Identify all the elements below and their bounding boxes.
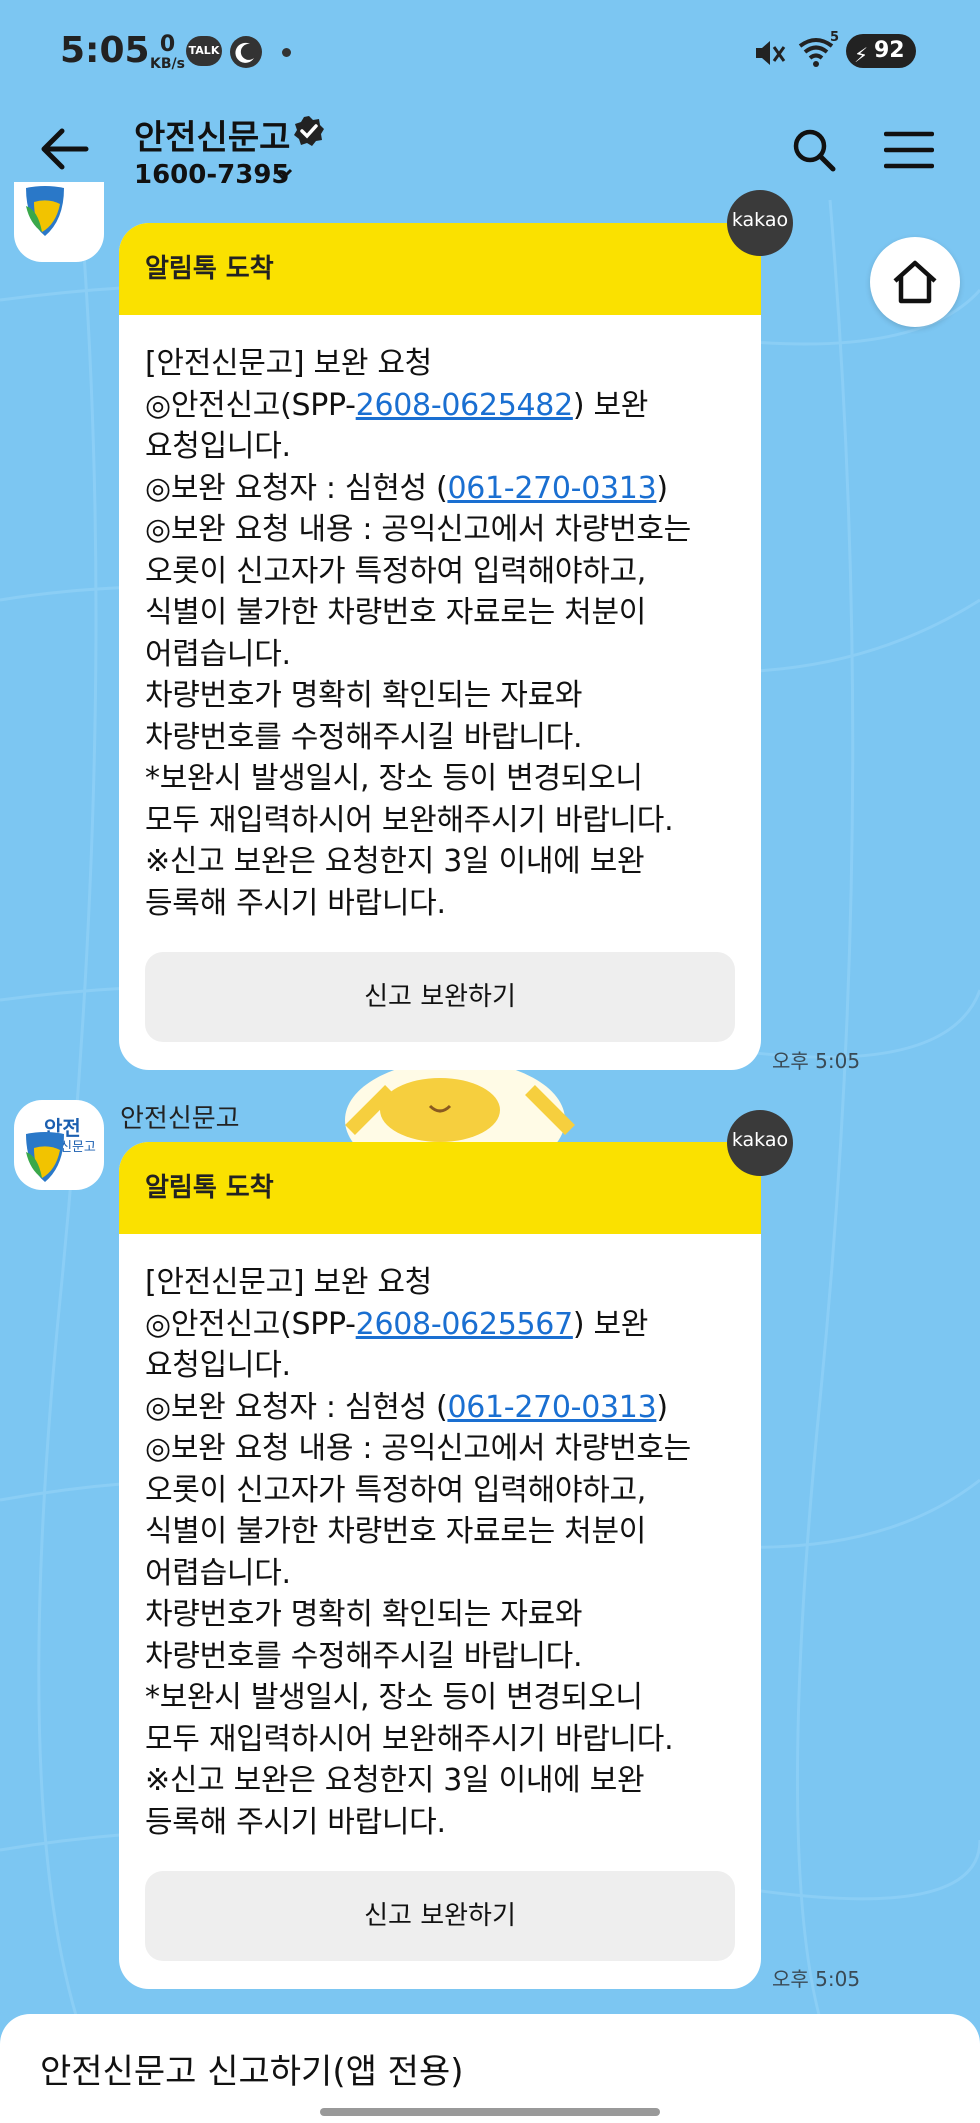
search-button[interactable] <box>790 126 838 174</box>
message-line: [안전신문고] 보완 요청 <box>145 346 432 381</box>
message-text: ) 보완 <box>572 387 649 423</box>
chat-header: 안전신문고 1600-7395 <box>0 100 980 210</box>
shield-logo-icon <box>20 184 70 244</box>
report-number-link[interactable]: 2608-0625482 <box>356 388 573 423</box>
back-button[interactable] <box>36 124 96 174</box>
phone-link[interactable]: 061-270-0313 <box>447 1390 656 1425</box>
message-text: ) <box>656 1389 668 1425</box>
message-line: ※신고 보완은 요청한지 3일 이내에 보완 <box>145 844 645 879</box>
message-card: 알림톡 도착 [안전신문고] 보완 요청 ◎안전신고(SPP-2608-0625… <box>119 1142 761 1989</box>
message-line: ◎보완 요청 내용 : 공익신고에서 차량번호는 <box>145 512 691 547</box>
report-supplement-button[interactable]: 신고 보완하기 <box>145 952 735 1042</box>
network-speed-value: 0 <box>159 32 176 57</box>
chevron-down-icon[interactable] <box>272 166 294 182</box>
mute-icon <box>752 36 788 74</box>
message-card: 알림톡 도착 [안전신문고] 보완 요청 ◎안전신고(SPP-2608-0625… <box>119 223 761 1070</box>
card-header: 알림톡 도착 <box>119 223 761 315</box>
report-app-button[interactable]: 안전신문고 신고하기(앱 전용) <box>40 2044 464 2093</box>
bottom-menu-bar[interactable]: 안전신문고 신고하기(앱 전용) <box>0 2014 980 2123</box>
message-line: ◎보완 요청자 : 심현성 (061-270-0313) <box>145 468 735 510</box>
message-line: 오롯이 신고자가 특정하여 입력해야하고, <box>145 1472 647 1508</box>
status-time: 5:05 <box>60 30 150 71</box>
gesture-home-indicator[interactable] <box>320 2108 660 2116</box>
hamburger-menu-icon <box>883 131 935 169</box>
channel-avatar[interactable] <box>14 182 104 262</box>
message-text: ) <box>656 470 668 506</box>
network-speed-unit: KB/s <box>150 56 185 72</box>
message-line: 요청입니다. <box>145 429 291 464</box>
message-text: ) 보완 <box>572 1306 649 1342</box>
wifi-badge: 5 <box>830 30 840 45</box>
message-line: ◎보완 요청 내용 : 공익신고에서 차량번호는 <box>145 1431 691 1466</box>
message-line: 차량번호가 명확히 확인되는 자료와 <box>145 678 583 713</box>
verified-badge-icon <box>292 114 326 148</box>
kakao-badge: kakao <box>727 190 793 256</box>
message-line: 차량번호가 명확히 확인되는 자료와 <box>145 1597 583 1632</box>
message-line: [안전신문고] 보완 요청 <box>145 1265 432 1300</box>
message-line: 등록해 주시기 바랍니다. <box>145 1804 446 1840</box>
message-line: 어렵습니다. <box>145 636 291 672</box>
kakao-badge: kakao <box>727 1110 793 1176</box>
battery-level: 92 <box>874 38 905 63</box>
chat-background-character <box>345 1070 575 1150</box>
charging-icon: ⚡ <box>854 43 869 67</box>
message-line: 식별이 불가한 차량번호 자료로는 처분이 <box>145 595 647 630</box>
network-speed: 0 KB/s <box>150 32 185 73</box>
home-button[interactable] <box>870 237 960 327</box>
arrow-left-icon <box>41 128 89 170</box>
channel-name[interactable]: 안전신문고 <box>134 110 290 159</box>
message-line: 등록해 주시기 바랍니다. <box>145 885 446 921</box>
message-line: *보완시 발생일시, 장소 등이 변경되오니 <box>145 1680 643 1715</box>
wifi-icon: 5 <box>796 30 842 74</box>
phone-link[interactable]: 061-270-0313 <box>447 471 656 506</box>
message-body: [안전신문고] 보완 요청 ◎안전신고(SPP-2608-0625567) 보완… <box>119 1234 761 1843</box>
message-line: 식별이 불가한 차량번호 자료로는 처분이 <box>145 1514 647 1549</box>
message-text: ◎보완 요청자 : 심현성 ( <box>145 470 448 506</box>
channel-avatar[interactable]: 안전 신문고 <box>14 1100 104 1190</box>
message-line: 차량번호를 수정해주시길 바랍니다. <box>145 1638 583 1674</box>
message-line: ◎안전신고(SPP-2608-0625482) 보완 <box>145 385 735 427</box>
message-line: 모두 재입력하시어 보완해주시기 바랍니다. <box>145 1721 674 1757</box>
notification-dot-icon <box>282 48 291 57</box>
report-supplement-button[interactable]: 신고 보완하기 <box>145 1871 735 1961</box>
message-line: 모두 재입력하시어 보완해주시기 바랍니다. <box>145 802 674 838</box>
message-line: 요청입니다. <box>145 1348 291 1383</box>
message-line: 어렵습니다. <box>145 1555 291 1591</box>
message-line: 오롯이 신고자가 특정하여 입력해야하고, <box>145 553 647 589</box>
message-text: ◎안전신고(SPP- <box>145 387 356 423</box>
search-icon <box>793 129 836 172</box>
home-icon <box>893 260 937 304</box>
kakaotalk-icon: TALK <box>186 36 222 66</box>
shield-logo-icon <box>20 1130 70 1190</box>
message-line: 차량번호를 수정해주시길 바랍니다. <box>145 719 583 755</box>
message-line: ◎안전신고(SPP-2608-0625567) 보완 <box>145 1304 735 1346</box>
message-text: ◎보완 요청자 : 심현성 ( <box>145 1389 448 1425</box>
report-number-link[interactable]: 2608-0625567 <box>356 1307 573 1342</box>
message-line: *보완시 발생일시, 장소 등이 변경되오니 <box>145 761 643 796</box>
phone-number-link[interactable]: 1600-7395 <box>134 160 290 190</box>
menu-button[interactable] <box>883 128 935 172</box>
sender-name: 안전신문고 <box>120 1104 240 1134</box>
message-line: ◎보완 요청자 : 심현성 (061-270-0313) <box>145 1387 735 1429</box>
message-line: ※신고 보완은 요청한지 3일 이내에 보완 <box>145 1763 645 1798</box>
message-time: 오후 5:05 <box>772 1967 861 1991</box>
message-body: [안전신문고] 보완 요청 ◎안전신고(SPP-2608-0625482) 보완… <box>119 315 761 924</box>
moon-icon <box>230 36 262 68</box>
message-time: 오후 5:05 <box>772 1049 861 1073</box>
battery-indicator: ⚡ 92 <box>846 34 916 68</box>
message-text: ◎안전신고(SPP- <box>145 1306 356 1342</box>
card-header: 알림톡 도착 <box>119 1142 761 1234</box>
status-bar: 5:05 0 KB/s TALK 5 ⚡ 92 <box>0 0 980 100</box>
